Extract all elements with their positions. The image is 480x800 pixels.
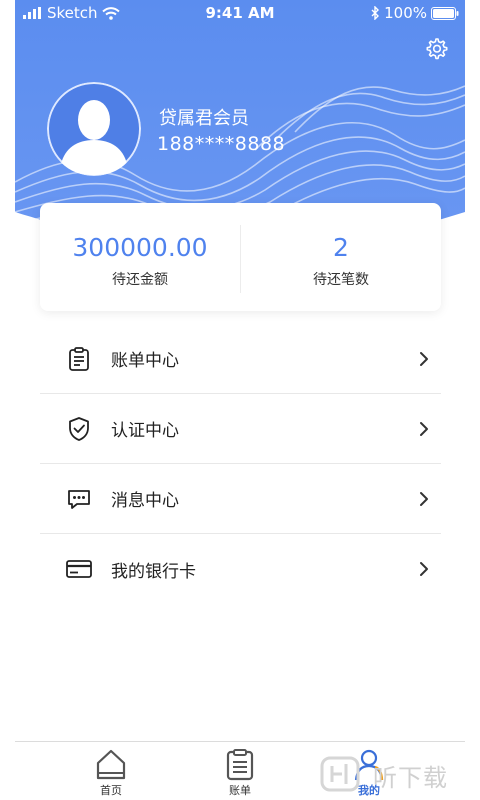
- pending-count-value: 2: [333, 233, 349, 262]
- menu-label-bill-center: 账单中心: [111, 351, 179, 371]
- status-right: 100%: [371, 4, 459, 22]
- avatar[interactable]: [47, 82, 141, 176]
- home-icon: [96, 749, 126, 780]
- bill-icon: [226, 749, 254, 781]
- menu-label-my-bank-card: 我的银行卡: [111, 561, 196, 582]
- settings-gear-icon[interactable]: [423, 36, 449, 62]
- chevron-right-icon: [420, 421, 428, 436]
- member-phone: 188****8888: [157, 133, 286, 155]
- tab-label-bills: 账单: [229, 784, 251, 797]
- tab-label-home: 首页: [100, 784, 122, 797]
- battery-icon: [431, 6, 459, 20]
- menu-item-verification-center[interactable]: 认证中心: [40, 394, 441, 464]
- chat-bubble-icon: [68, 489, 90, 509]
- clipboard-icon: [69, 346, 89, 371]
- chevron-right-icon: [420, 491, 428, 506]
- bluetooth-icon: [371, 6, 380, 20]
- chevron-right-icon: [420, 562, 428, 576]
- menu-item-my-bank-card[interactable]: 我的银行卡: [40, 534, 441, 604]
- pending-count-label: 待还笔数: [313, 272, 369, 288]
- menu-label-verification-center: 认证中心: [111, 421, 179, 441]
- shield-check-icon: [69, 416, 89, 441]
- pending-amount-block[interactable]: 300000.00 待还金额: [40, 203, 240, 311]
- phone-screen: Sketch 9:41 AM 100% 贷属君会员 188****8888 30…: [15, 0, 465, 800]
- chevron-right-icon: [420, 351, 428, 366]
- battery-percent: 100%: [384, 4, 427, 22]
- bank-card-icon: [66, 560, 92, 578]
- tab-bills[interactable]: 账单: [200, 742, 280, 800]
- watermark-logo-icon: [320, 756, 360, 792]
- menu-item-message-center[interactable]: 消息中心: [40, 464, 441, 534]
- menu-label-message-center: 消息中心: [111, 491, 179, 511]
- app-root: Sketch 9:41 AM 100% 贷属君会员 188****8888 30…: [0, 0, 480, 800]
- menu-item-bill-center[interactable]: 账单中心: [40, 324, 441, 394]
- tab-home[interactable]: 首页: [71, 742, 151, 800]
- pending-count-block[interactable]: 2 待还笔数: [241, 203, 441, 311]
- pending-amount-value: 300000.00: [72, 233, 208, 262]
- status-bar: Sketch 9:41 AM 100%: [15, 0, 465, 26]
- repayment-summary-card: 300000.00 待还金额 2 待还笔数: [40, 203, 441, 311]
- watermark: 听下载: [318, 752, 480, 796]
- avatar-silhouette-icon: [47, 82, 141, 176]
- pending-amount-label: 待还金额: [112, 272, 168, 288]
- watermark-text: 听下载: [373, 764, 448, 792]
- member-name: 贷属君会员: [159, 108, 249, 129]
- menu-list: 账单中心 认证中心 消息中心 我的银行卡: [40, 324, 441, 604]
